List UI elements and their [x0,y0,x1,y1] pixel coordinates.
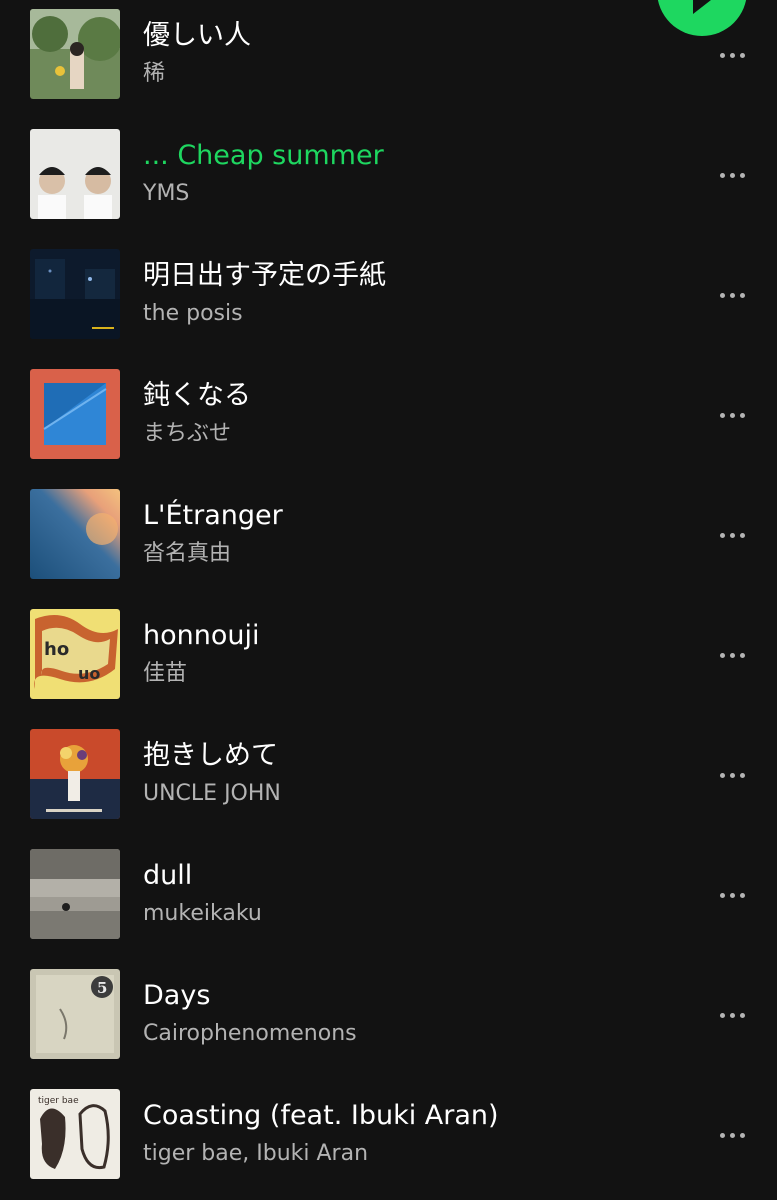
track-row[interactable]: 5 Days Cairophenomenons [0,969,777,1061]
album-art [30,9,120,99]
track-artist: the posis [143,301,243,326]
track-artist: まちぶせ [143,421,232,446]
more-options-icon[interactable] [706,997,758,1033]
track-row[interactable]: ... Cheap summer YMS [0,129,777,221]
track-title: ... Cheap summer [143,140,384,171]
more-options-icon[interactable] [706,1117,758,1153]
svg-text:uo: uo [78,664,100,683]
track-row[interactable]: L'Étranger 沓名真由 [0,489,777,581]
track-artist: YMS [143,181,190,206]
track-title: 鈍くなる [143,380,251,411]
track-row[interactable]: dull mukeikaku [0,849,777,941]
album-art [30,249,120,339]
track-row[interactable]: ho uo honnouji 佳苗 [0,609,777,701]
play-icon [693,0,711,14]
more-options-icon[interactable] [706,517,758,553]
track-row[interactable]: 抱きしめて UNCLE JOHN [0,729,777,821]
track-artist: tiger bae, Ibuki Aran [143,1141,369,1166]
track-artist: UNCLE JOHN [143,781,281,806]
track-artist: 沓名真由 [143,541,232,566]
more-options-icon[interactable] [706,277,758,313]
svg-text:ho: ho [44,639,69,660]
more-options-icon[interactable] [706,637,758,673]
more-options-icon[interactable] [706,157,758,193]
track-title: Days [143,980,211,1011]
more-options-icon[interactable] [706,397,758,433]
track-title: Coasting (feat. Ibuki Aran) [143,1100,499,1131]
track-title: dull [143,860,193,891]
more-options-icon[interactable] [706,757,758,793]
more-options-icon[interactable] [706,37,758,73]
album-art: tiger bae [30,1089,120,1179]
album-art [30,369,120,459]
album-art [30,729,120,819]
track-title: 抱きしめて [143,740,278,771]
track-artist: mukeikaku [143,901,262,926]
album-art [30,129,120,219]
track-title: honnouji [143,620,260,651]
track-row[interactable]: 優しい人 稀 [0,9,777,101]
more-options-icon[interactable] [706,877,758,913]
track-artist: 佳苗 [143,661,188,686]
track-artist: Cairophenomenons [143,1021,357,1046]
track-title: 明日出す予定の手紙 [143,260,386,291]
svg-text:tiger bae: tiger bae [38,1096,79,1106]
album-art: ho uo [30,609,120,699]
album-art: 5 [30,969,120,1059]
track-title: 優しい人 [143,20,251,51]
svg-text:5: 5 [97,979,107,997]
album-art [30,849,120,939]
track-title: L'Étranger [143,500,283,531]
album-art [30,489,120,579]
track-row[interactable]: 明日出す予定の手紙 the posis [0,249,777,341]
track-artist: 稀 [143,61,166,86]
track-row[interactable]: tiger bae Coasting (feat. Ibuki Aran) ti… [0,1089,777,1181]
track-row[interactable]: 鈍くなる まちぶせ [0,369,777,461]
